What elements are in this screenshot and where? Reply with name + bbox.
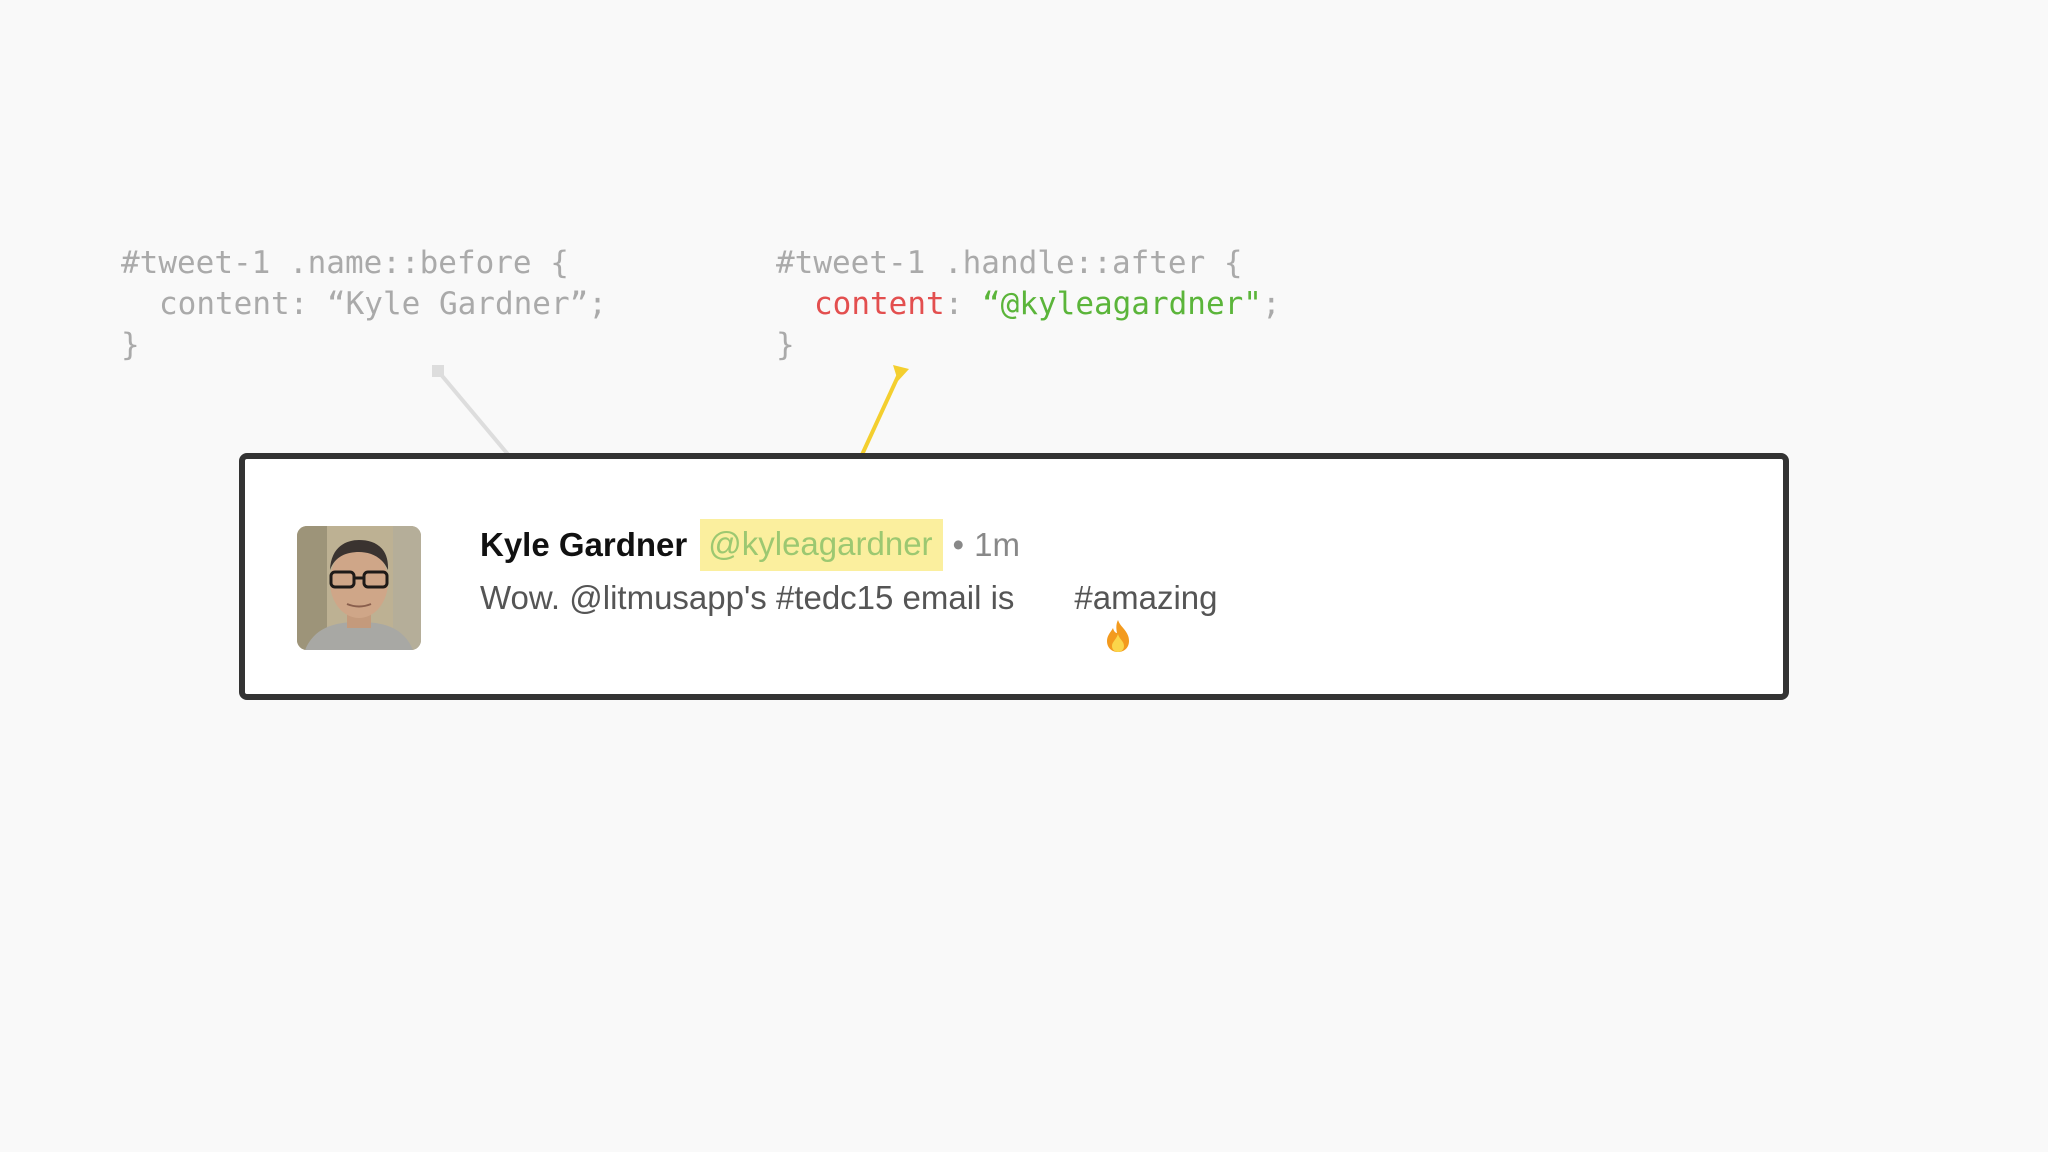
code-value: “Kyle Gardner”; (326, 286, 607, 322)
code-line: #tweet-1 .handle::after { (776, 245, 1243, 281)
avatar-portrait (297, 526, 421, 650)
code-property-active: content (814, 286, 945, 322)
code-line: #tweet-1 .name::before { (121, 245, 569, 281)
fire-icon (1028, 581, 1129, 652)
css-snippet-name-before: #tweet-1 .name::before {content: “Kyle G… (121, 243, 607, 366)
tweet-author-name[interactable]: Kyle Gardner (480, 526, 687, 564)
code-line: content: “@kyleagardner"; (776, 284, 1281, 325)
avatar[interactable] (297, 526, 421, 650)
code-value-active: “@kyleagardner" (982, 286, 1262, 322)
tweet-card: Kyle Gardner @kyleagardner • 1m Wow. @li… (239, 453, 1789, 700)
tweet-hashtag[interactable]: #amazing (1074, 579, 1217, 617)
tweet-header: Kyle Gardner @kyleagardner • 1m (480, 517, 1020, 573)
code-line: content: “Kyle Gardner”; (121, 284, 607, 325)
separator-dot: • (952, 526, 965, 563)
tweet-timestamp[interactable]: 1m (974, 526, 1020, 564)
code-line: } (121, 327, 140, 363)
code-semicolon: ; (1261, 286, 1281, 322)
css-snippet-handle-after: #tweet-1 .handle::after {content: “@kyle… (776, 243, 1281, 366)
tweet-text-start: Wow. @litmusapp's #tedc15 email is (480, 579, 1015, 616)
tweet-author-handle[interactable]: @kyleagardner (700, 519, 943, 571)
code-property: content: (159, 286, 309, 322)
code-colon: : (944, 286, 964, 322)
code-line: } (776, 327, 795, 363)
slide: #tweet-1 .name::before {content: “Kyle G… (0, 0, 2048, 1152)
tweet-body: Wow. @litmusapp's #tedc15 email is #amaz… (480, 579, 1218, 652)
